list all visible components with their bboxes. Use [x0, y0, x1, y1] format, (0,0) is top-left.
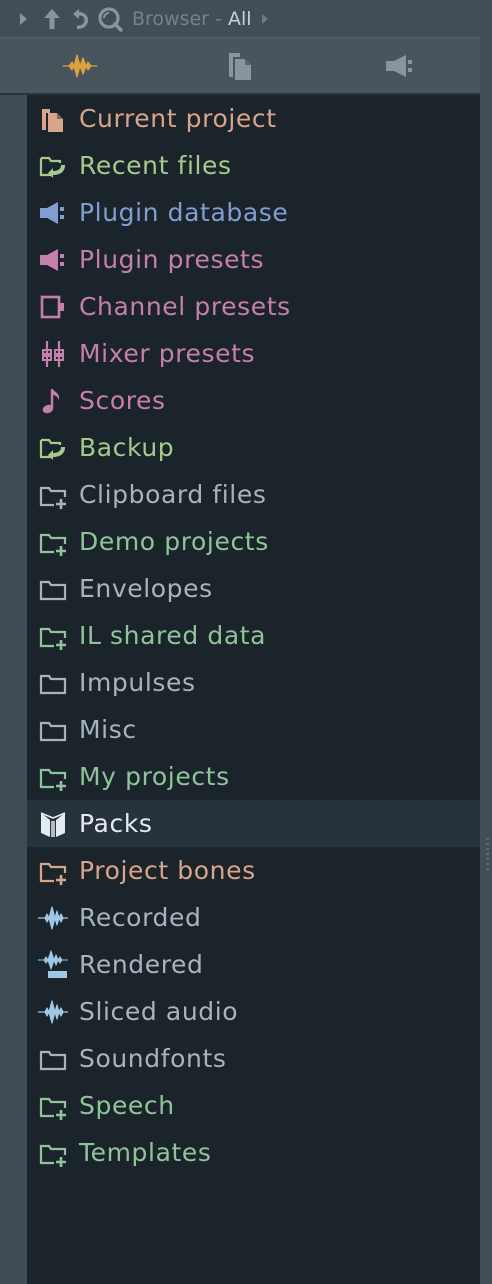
tree-item-plugin-presets[interactable]: Plugin presets	[27, 236, 480, 283]
back-button[interactable]	[68, 0, 92, 37]
pack-box-icon	[38, 809, 68, 839]
tree-item-envelopes[interactable]: Envelopes	[27, 565, 480, 612]
expand-arrow-button[interactable]	[14, 0, 32, 37]
tab-plugins[interactable]	[320, 38, 480, 93]
tree-item-label: Recorded	[79, 903, 202, 932]
tree-item-backup[interactable]: Backup	[27, 424, 480, 471]
tree-item-label: Rendered	[79, 950, 204, 979]
tree-item-soundfonts[interactable]: Soundfonts	[27, 1035, 480, 1082]
folder-plus-icon	[38, 762, 68, 792]
waveform-icon	[38, 903, 68, 933]
channel-icon	[38, 292, 68, 322]
waveform-icon	[62, 53, 98, 78]
tree-item-label: Envelopes	[79, 574, 213, 603]
waveform-icon	[38, 997, 68, 1027]
folder-plus-icon	[38, 1091, 68, 1121]
up-folder-button[interactable]	[40, 0, 64, 37]
tree-item-label: Recent files	[79, 151, 232, 180]
plugin-speaker-icon	[38, 245, 68, 275]
undo-arrow-icon	[73, 8, 88, 29]
tree-item-label: IL shared data	[79, 621, 267, 650]
tree-item-label: Packs	[79, 809, 153, 838]
tree-item-label: Speech	[79, 1091, 175, 1120]
tree-item-recent-files[interactable]: Recent files	[27, 142, 480, 189]
tree-item-scores[interactable]: Scores	[27, 377, 480, 424]
tree-item-demo-projects[interactable]: Demo projects	[27, 518, 480, 565]
tree-item-current-project[interactable]: Current project	[27, 95, 480, 142]
tree-item-label: Soundfonts	[79, 1044, 227, 1073]
browser-tree: Current project Recent files Plugin databa…	[27, 95, 480, 1176]
tree-item-project-bones[interactable]: Project bones	[27, 847, 480, 894]
folder-icon	[38, 715, 68, 745]
mixer-icon	[38, 339, 68, 369]
tab-documents[interactable]	[160, 38, 320, 93]
note-icon	[38, 386, 68, 416]
folder-plus-icon	[38, 621, 68, 651]
browser-filter-label: All	[227, 7, 252, 30]
project-file-icon	[38, 104, 68, 134]
tree-item-plugin-database[interactable]: Plugin database	[27, 189, 480, 236]
folder-recent-icon	[38, 151, 68, 181]
tree-item-label: Misc	[79, 715, 137, 744]
tree-item-label: Templates	[79, 1138, 212, 1167]
tree-item-label: Scores	[79, 386, 166, 415]
tree-item-label: Clipboard files	[79, 480, 267, 509]
folder-plus-icon	[38, 480, 68, 510]
folder-recent-icon	[38, 433, 68, 463]
tree-item-packs[interactable]: Packs	[27, 800, 480, 847]
tree-item-label: Mixer presets	[79, 339, 256, 368]
tree-item-channel-presets[interactable]: Channel presets	[27, 283, 480, 330]
tree-item-label: Plugin presets	[79, 245, 265, 274]
waveform-render-icon	[38, 949, 68, 980]
tree-item-sliced-audio[interactable]: Sliced audio	[27, 988, 480, 1035]
tree-item-label: Project bones	[79, 856, 256, 885]
search-icon	[98, 6, 123, 32]
tree-item-rendered[interactable]: Rendered	[27, 941, 480, 988]
folder-plus-icon	[38, 856, 68, 886]
search-button[interactable]	[96, 0, 124, 37]
arrow-up-icon	[44, 8, 60, 29]
tree-item-clipboard-files[interactable]: Clipboard files	[27, 471, 480, 518]
folder-plus-icon	[38, 527, 68, 557]
folder-icon	[38, 1044, 68, 1074]
plugin-speaker-icon	[386, 54, 412, 77]
left-edge-strip	[0, 0, 27, 1284]
plugin-speaker-icon	[38, 198, 68, 228]
tree-item-il-shared-data[interactable]: IL shared data	[27, 612, 480, 659]
tree-item-templates[interactable]: Templates	[27, 1129, 480, 1176]
tab-audio[interactable]	[0, 38, 160, 93]
tree-item-recorded[interactable]: Recorded	[27, 894, 480, 941]
tree-item-label: Current project	[79, 104, 277, 133]
tree-item-label: Demo projects	[79, 527, 269, 556]
tree-item-label: Channel presets	[79, 292, 291, 321]
folder-icon	[38, 574, 68, 604]
browser-title-label: Browser	[132, 7, 209, 30]
title-separator: -	[215, 7, 222, 30]
tree-item-label: Plugin database	[79, 198, 289, 227]
browser-tab-bar	[0, 37, 480, 95]
documents-icon	[229, 52, 251, 80]
scrollbar-track[interactable]	[480, 0, 492, 1284]
triangle-right-icon	[261, 13, 268, 24]
resize-grip[interactable]	[486, 838, 489, 872]
tree-item-mixer-presets[interactable]: Mixer presets	[27, 330, 480, 377]
filter-menu-arrow[interactable]	[258, 0, 272, 37]
tree-item-label: Impulses	[79, 668, 196, 697]
browser-title[interactable]: Browser - All	[132, 8, 252, 30]
folder-plus-icon	[38, 1138, 68, 1168]
tree-item-label: Backup	[79, 433, 175, 462]
tree-item-speech[interactable]: Speech	[27, 1082, 480, 1129]
tree-item-impulses[interactable]: Impulses	[27, 659, 480, 706]
folder-icon	[38, 668, 68, 698]
tree-item-label: My projects	[79, 762, 230, 791]
tree-item-misc[interactable]: Misc	[27, 706, 480, 753]
tree-item-my-projects[interactable]: My projects	[27, 753, 480, 800]
browser-nav-bar: Browser - All	[0, 0, 480, 37]
tree-item-label: Sliced audio	[79, 997, 239, 1026]
triangle-right-icon	[20, 12, 27, 25]
